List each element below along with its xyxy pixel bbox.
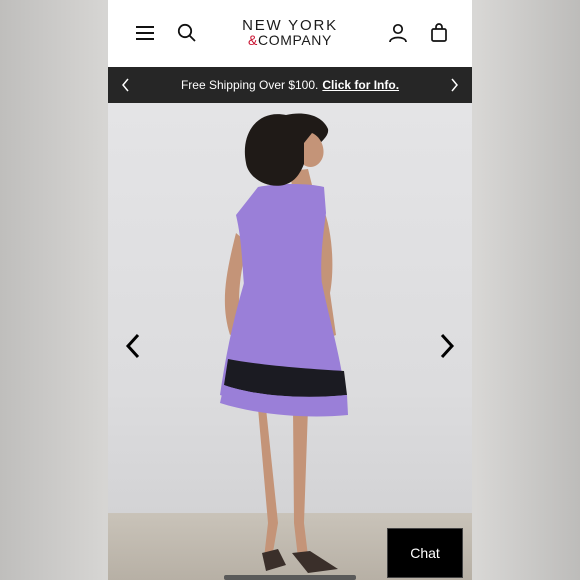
banner-next-icon[interactable]	[448, 77, 460, 93]
promo-banner: Free Shipping Over $100. Click for Info.	[108, 67, 472, 103]
mobile-viewport: NEW YORK &COMPANY Free Shipping Over $10…	[108, 0, 472, 580]
product-image-gallery[interactable]: Chat	[108, 103, 472, 580]
promo-info-link[interactable]: Click for Info.	[322, 78, 399, 92]
chat-button[interactable]: Chat	[387, 528, 463, 578]
product-photo-model	[220, 113, 348, 573]
scroll-indicator	[224, 575, 356, 580]
gallery-next-icon[interactable]	[436, 331, 458, 361]
chat-label: Chat	[410, 545, 440, 561]
brand-logo[interactable]: NEW YORK &COMPANY	[228, 17, 352, 48]
gallery-prev-icon[interactable]	[122, 331, 144, 361]
banner-prev-icon[interactable]	[120, 77, 132, 93]
logo-line1: NEW YORK	[242, 17, 338, 34]
logo-ampersand: &	[248, 32, 258, 48]
site-header: NEW YORK &COMPANY	[108, 0, 472, 67]
search-icon[interactable]	[176, 22, 198, 44]
menu-icon[interactable]	[135, 22, 157, 44]
account-icon[interactable]	[387, 22, 409, 44]
bag-icon[interactable]	[428, 22, 450, 44]
logo-line2: COMPANY	[258, 32, 332, 48]
promo-text: Free Shipping Over $100.	[180, 78, 319, 92]
